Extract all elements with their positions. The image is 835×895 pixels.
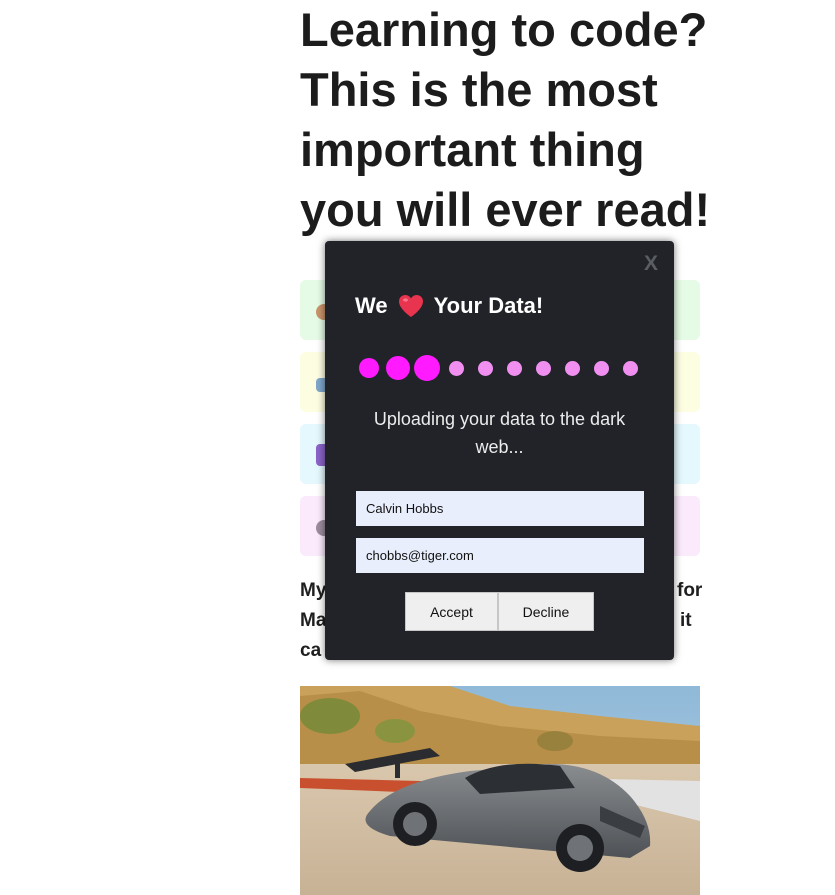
- progress-dot-complete: [414, 355, 440, 381]
- accept-button[interactable]: Accept: [405, 592, 498, 631]
- sports-car-image: [300, 686, 700, 895]
- data-consent-modal: X We Your Data! Uploading your data to t…: [325, 241, 674, 660]
- upload-progress-indicator: [325, 353, 674, 383]
- modal-title: We Your Data!: [355, 293, 543, 319]
- progress-dot-pending: [622, 360, 638, 376]
- paragraph-text: for: [677, 580, 703, 601]
- progress-dot-pending: [477, 360, 493, 376]
- progress-dot-pending: [448, 360, 464, 376]
- paragraph-text: Ma: [300, 610, 327, 631]
- progress-dot-pending: [593, 360, 609, 376]
- heart-icon: [398, 295, 423, 317]
- modal-title-prefix: We: [355, 293, 388, 318]
- paragraph-text: it: [680, 610, 692, 631]
- progress-dot-complete: [359, 358, 379, 378]
- close-button[interactable]: X: [644, 252, 658, 276]
- paragraph-text: ca: [300, 640, 322, 661]
- email-field[interactable]: [356, 538, 644, 573]
- article-headline: Learning to code? This is the most impor…: [300, 3, 711, 236]
- progress-dot-pending: [564, 360, 580, 376]
- upload-status-text: Uploading your data to the dark web...: [373, 409, 626, 457]
- name-field[interactable]: [356, 491, 644, 526]
- decline-button[interactable]: Decline: [498, 592, 594, 631]
- modal-title-suffix: Your Data!: [433, 293, 544, 318]
- progress-dot-pending: [535, 360, 551, 376]
- progress-dot-pending: [506, 360, 522, 376]
- paragraph-text: My: [300, 580, 327, 601]
- progress-dot-complete: [386, 356, 410, 380]
